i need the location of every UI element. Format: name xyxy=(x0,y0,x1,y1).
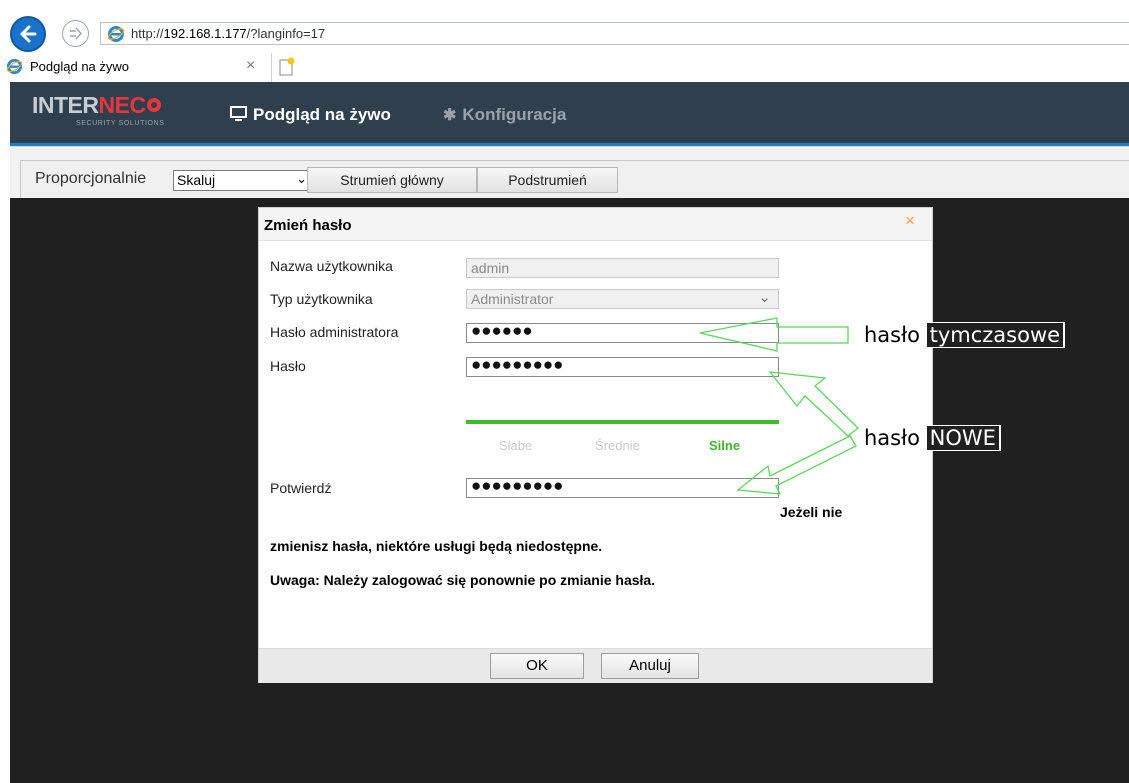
arrow-to-temp-password xyxy=(699,317,849,352)
annotation-new-word1: hasło xyxy=(864,426,920,450)
annotation-arrows xyxy=(699,317,859,495)
arrow-to-confirm-password xyxy=(736,435,857,495)
annotation-new-password: hasło NOWE xyxy=(862,425,1001,451)
arrow-to-new-password xyxy=(768,371,859,437)
annotation-temp-word2: tymczasowe xyxy=(926,323,1064,347)
annotation-temp-word1: hasło xyxy=(864,323,920,347)
annotation-temp-password: hasło tymczasowe xyxy=(862,322,1066,348)
annotation-new-word2: NOWE xyxy=(926,426,999,450)
